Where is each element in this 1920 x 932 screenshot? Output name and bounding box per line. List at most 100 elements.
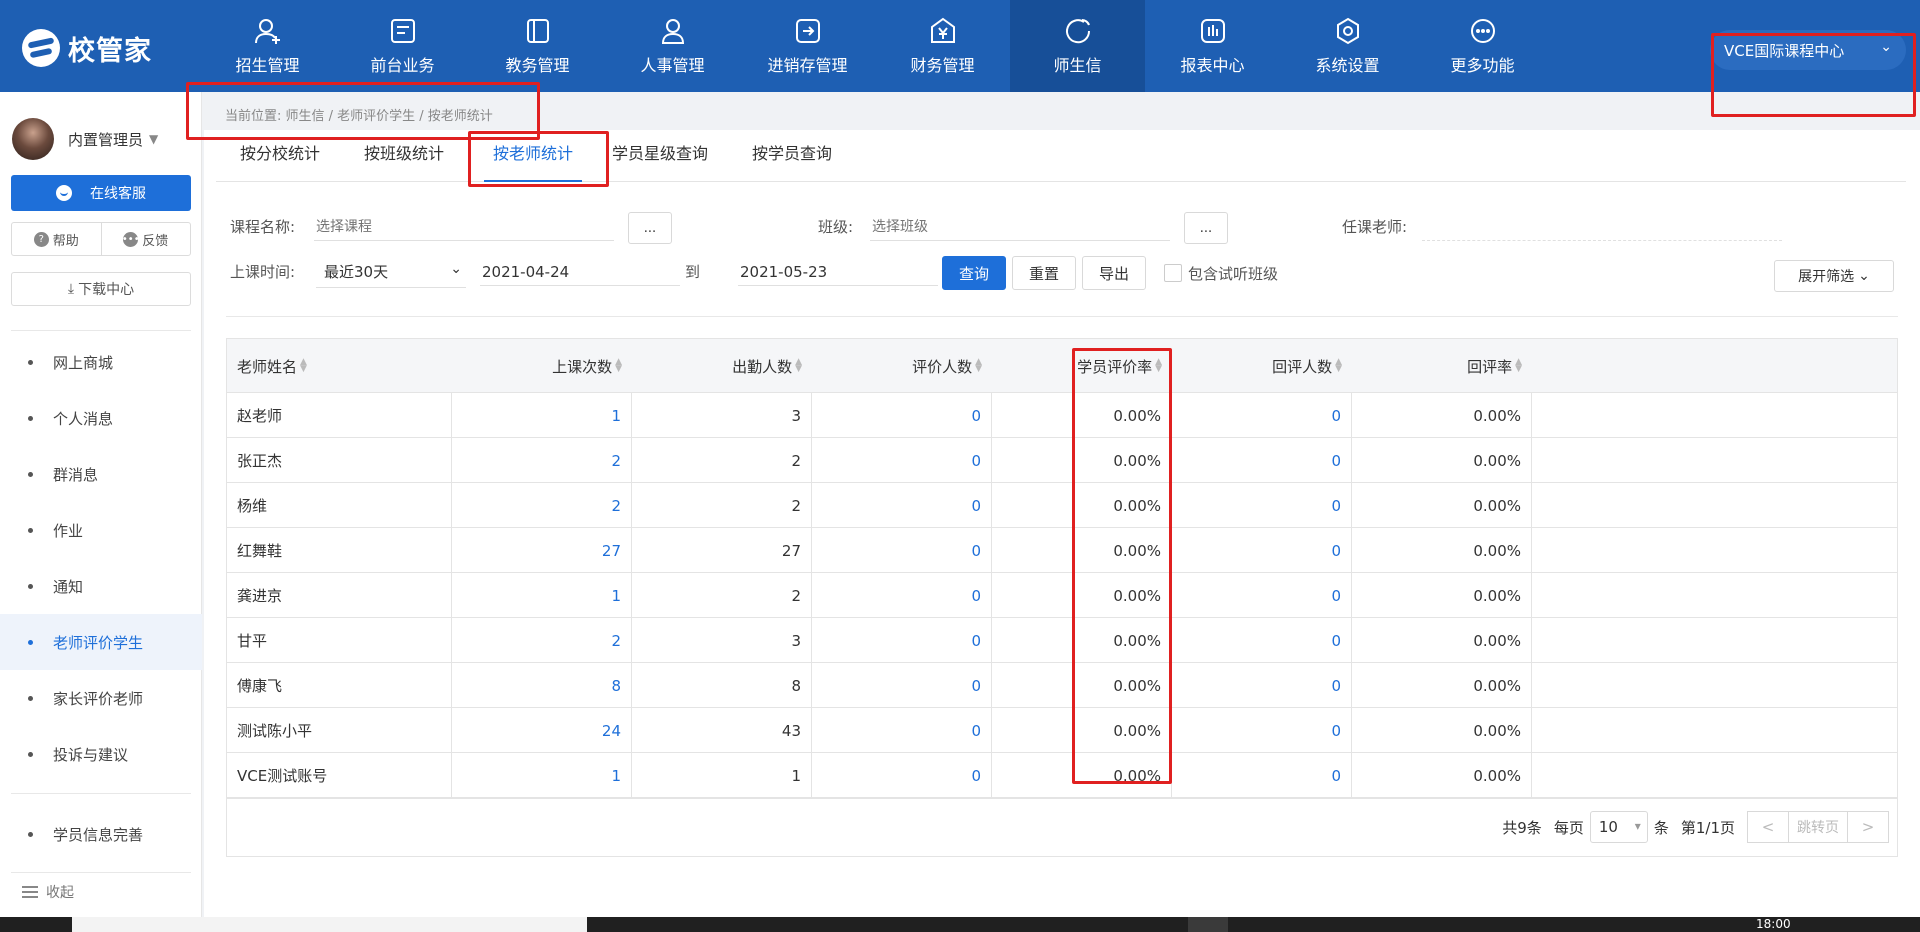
nav-frontdesk[interactable]: 前台业务 — [335, 0, 470, 92]
download-center-button[interactable]: ⤓ 下载中心 — [11, 272, 191, 306]
table-cell-link[interactable]: 0 — [812, 753, 992, 798]
course-picker-button[interactable]: ... — [628, 212, 672, 244]
nav-teacher-student[interactable]: 师生信 — [1010, 0, 1145, 92]
nav-academic[interactable]: 教务管理 — [470, 0, 605, 92]
sidebar-item-messages[interactable]: 个人消息 — [0, 390, 202, 446]
table-cell-link[interactable]: 2 — [452, 483, 632, 528]
sidebar-item-notice[interactable]: 通知 — [0, 558, 202, 614]
table-cell-link[interactable]: 0 — [812, 708, 992, 753]
table-cell-link[interactable]: 0 — [1172, 753, 1352, 798]
table-cell-link[interactable]: 0 — [1172, 393, 1352, 438]
nav-inventory[interactable]: 进销存管理 — [740, 0, 875, 92]
column-header[interactable]: 出勤人数 ▲ ▼ — [632, 339, 812, 393]
campus-selector[interactable]: VCE国际课程中心 ⌄ — [1710, 30, 1906, 70]
time-range-select[interactable]: 最近30天 ⌄ — [316, 256, 466, 288]
table-cell-link[interactable]: 0 — [812, 573, 992, 618]
table-row: 张正杰 2 2 0 0.00% 0 0.00% — [227, 438, 1897, 483]
tab-by-campus[interactable]: 按分校统计 — [240, 130, 320, 182]
table-cell-link[interactable]: 0 — [812, 483, 992, 528]
nav-label: 更多功能 — [1450, 56, 1515, 75]
online-service-button[interactable]: 在线客服 — [11, 175, 191, 211]
question-icon: ? — [33, 231, 49, 247]
nav-finance[interactable]: 财务管理 — [875, 0, 1010, 92]
class-input[interactable] — [870, 213, 1170, 241]
query-button[interactable]: 查询 — [942, 256, 1006, 290]
table-cell-link[interactable]: 1 — [452, 753, 632, 798]
table-cell-spacer — [1532, 573, 1897, 618]
help-button[interactable]: ? 帮助 — [12, 223, 102, 255]
sidebar-item-parent-evaluate[interactable]: 家长评价老师 — [0, 670, 202, 726]
sidebar-item-teacher-evaluate[interactable]: 老师评价学生 — [0, 614, 202, 670]
nav-hr[interactable]: 人事管理 — [605, 0, 740, 92]
export-button[interactable]: 导出 — [1082, 256, 1146, 290]
taskbar-app-icon[interactable] — [1188, 917, 1228, 932]
tab-by-class[interactable]: 按班级统计 — [364, 130, 444, 182]
date-to-input[interactable] — [738, 258, 938, 286]
table-cell-link[interactable]: 0 — [1172, 528, 1352, 573]
table-cell-link[interactable]: 0 — [1172, 663, 1352, 708]
taskbar-search[interactable] — [72, 917, 587, 932]
prev-page-button[interactable]: < — [1747, 811, 1789, 843]
table-cell-link[interactable]: 0 — [1172, 438, 1352, 483]
include-trial-checkbox[interactable] — [1164, 264, 1182, 282]
sidebar-item-student-info[interactable]: 学员信息完善 — [0, 806, 202, 862]
table-cell-link[interactable]: 0 — [812, 618, 992, 663]
teacher-input[interactable] — [1422, 213, 1782, 241]
table-cell: 0.00% — [1352, 483, 1532, 528]
table-cell-spacer — [1532, 663, 1897, 708]
table-cell-link[interactable]: 1 — [452, 393, 632, 438]
tab-star-query[interactable]: 学员星级查询 — [612, 130, 708, 182]
tab-by-teacher[interactable]: 按老师统计 — [484, 130, 583, 182]
page-size-select[interactable]: 10 — [1589, 811, 1648, 843]
table-row: 龚进京 1 2 0 0.00% 0 0.00% — [227, 573, 1897, 618]
nav-enrollment[interactable]: 招生管理 — [200, 0, 335, 92]
table-cell-link[interactable]: 0 — [1172, 708, 1352, 753]
table-cell: 0.00% — [1352, 573, 1532, 618]
table-cell-link[interactable]: 0 — [812, 663, 992, 708]
next-page-button[interactable]: > — [1847, 811, 1889, 843]
nav-more[interactable]: 更多功能 — [1415, 0, 1550, 92]
table-cell-link[interactable]: 8 — [452, 663, 632, 708]
user-profile[interactable]: 内置管理员 ▼ — [12, 118, 158, 160]
sidebar-item-group-messages[interactable]: 群消息 — [0, 446, 202, 502]
table-cell-spacer — [1532, 483, 1897, 528]
reset-button[interactable]: 重置 — [1012, 256, 1076, 290]
column-header[interactable]: 上课次数 ▲ ▼ — [452, 339, 632, 393]
table-cell-link[interactable]: 1 — [452, 573, 632, 618]
nav-label: 教务管理 — [505, 56, 570, 75]
expand-filter-button[interactable]: 展开筛选 ⌄ — [1774, 260, 1894, 292]
tab-by-student[interactable]: 按学员查询 — [752, 130, 832, 182]
column-header[interactable]: 回评率 ▲ ▼ — [1352, 339, 1532, 393]
jump-page-input[interactable]: 跳转页 — [1789, 811, 1847, 843]
column-header[interactable]: 老师姓名 ▲ ▼ — [227, 339, 452, 393]
course-input[interactable] — [314, 213, 614, 241]
table-cell-link[interactable]: 0 — [812, 528, 992, 573]
nav-reports[interactable]: 报表中心 — [1145, 0, 1280, 92]
sidebar-item-complaints[interactable]: 投诉与建议 — [0, 726, 202, 782]
table-cell-link[interactable]: 27 — [452, 528, 632, 573]
bullet-icon — [28, 831, 33, 837]
class-picker-button[interactable]: ... — [1184, 212, 1228, 244]
sidebar-item-shop[interactable]: 网上商城 — [0, 334, 202, 390]
sidebar-divider — [11, 793, 191, 794]
column-header[interactable]: 评价人数 ▲ ▼ — [812, 339, 992, 393]
table-cell: 0.00% — [992, 618, 1172, 663]
table-cell-link[interactable]: 0 — [1172, 573, 1352, 618]
app-logo[interactable]: 校管家 — [22, 28, 152, 68]
table-cell-link[interactable]: 0 — [1172, 618, 1352, 663]
table-cell-link[interactable]: 0 — [812, 438, 992, 483]
feedback-button[interactable]: ••• 反馈 — [102, 223, 191, 255]
nav-settings[interactable]: 系统设置 — [1280, 0, 1415, 92]
table-cell-link[interactable]: 2 — [452, 438, 632, 483]
collapse-button[interactable]: 收起 — [22, 882, 74, 902]
table-cell-link[interactable]: 0 — [1172, 483, 1352, 528]
column-header[interactable]: 学员评价率 ▲ ▼ — [992, 339, 1172, 393]
sort-icon: ▲ ▼ — [1515, 357, 1522, 374]
column-header[interactable]: 回评人数 ▲ ▼ — [1172, 339, 1352, 393]
table-cell-link[interactable]: 0 — [812, 393, 992, 438]
download-label: 下载中心 — [78, 282, 135, 298]
date-from-input[interactable] — [480, 258, 680, 286]
table-cell-link[interactable]: 24 — [452, 708, 632, 753]
sidebar-item-homework[interactable]: 作业 — [0, 502, 202, 558]
table-cell-link[interactable]: 2 — [452, 618, 632, 663]
